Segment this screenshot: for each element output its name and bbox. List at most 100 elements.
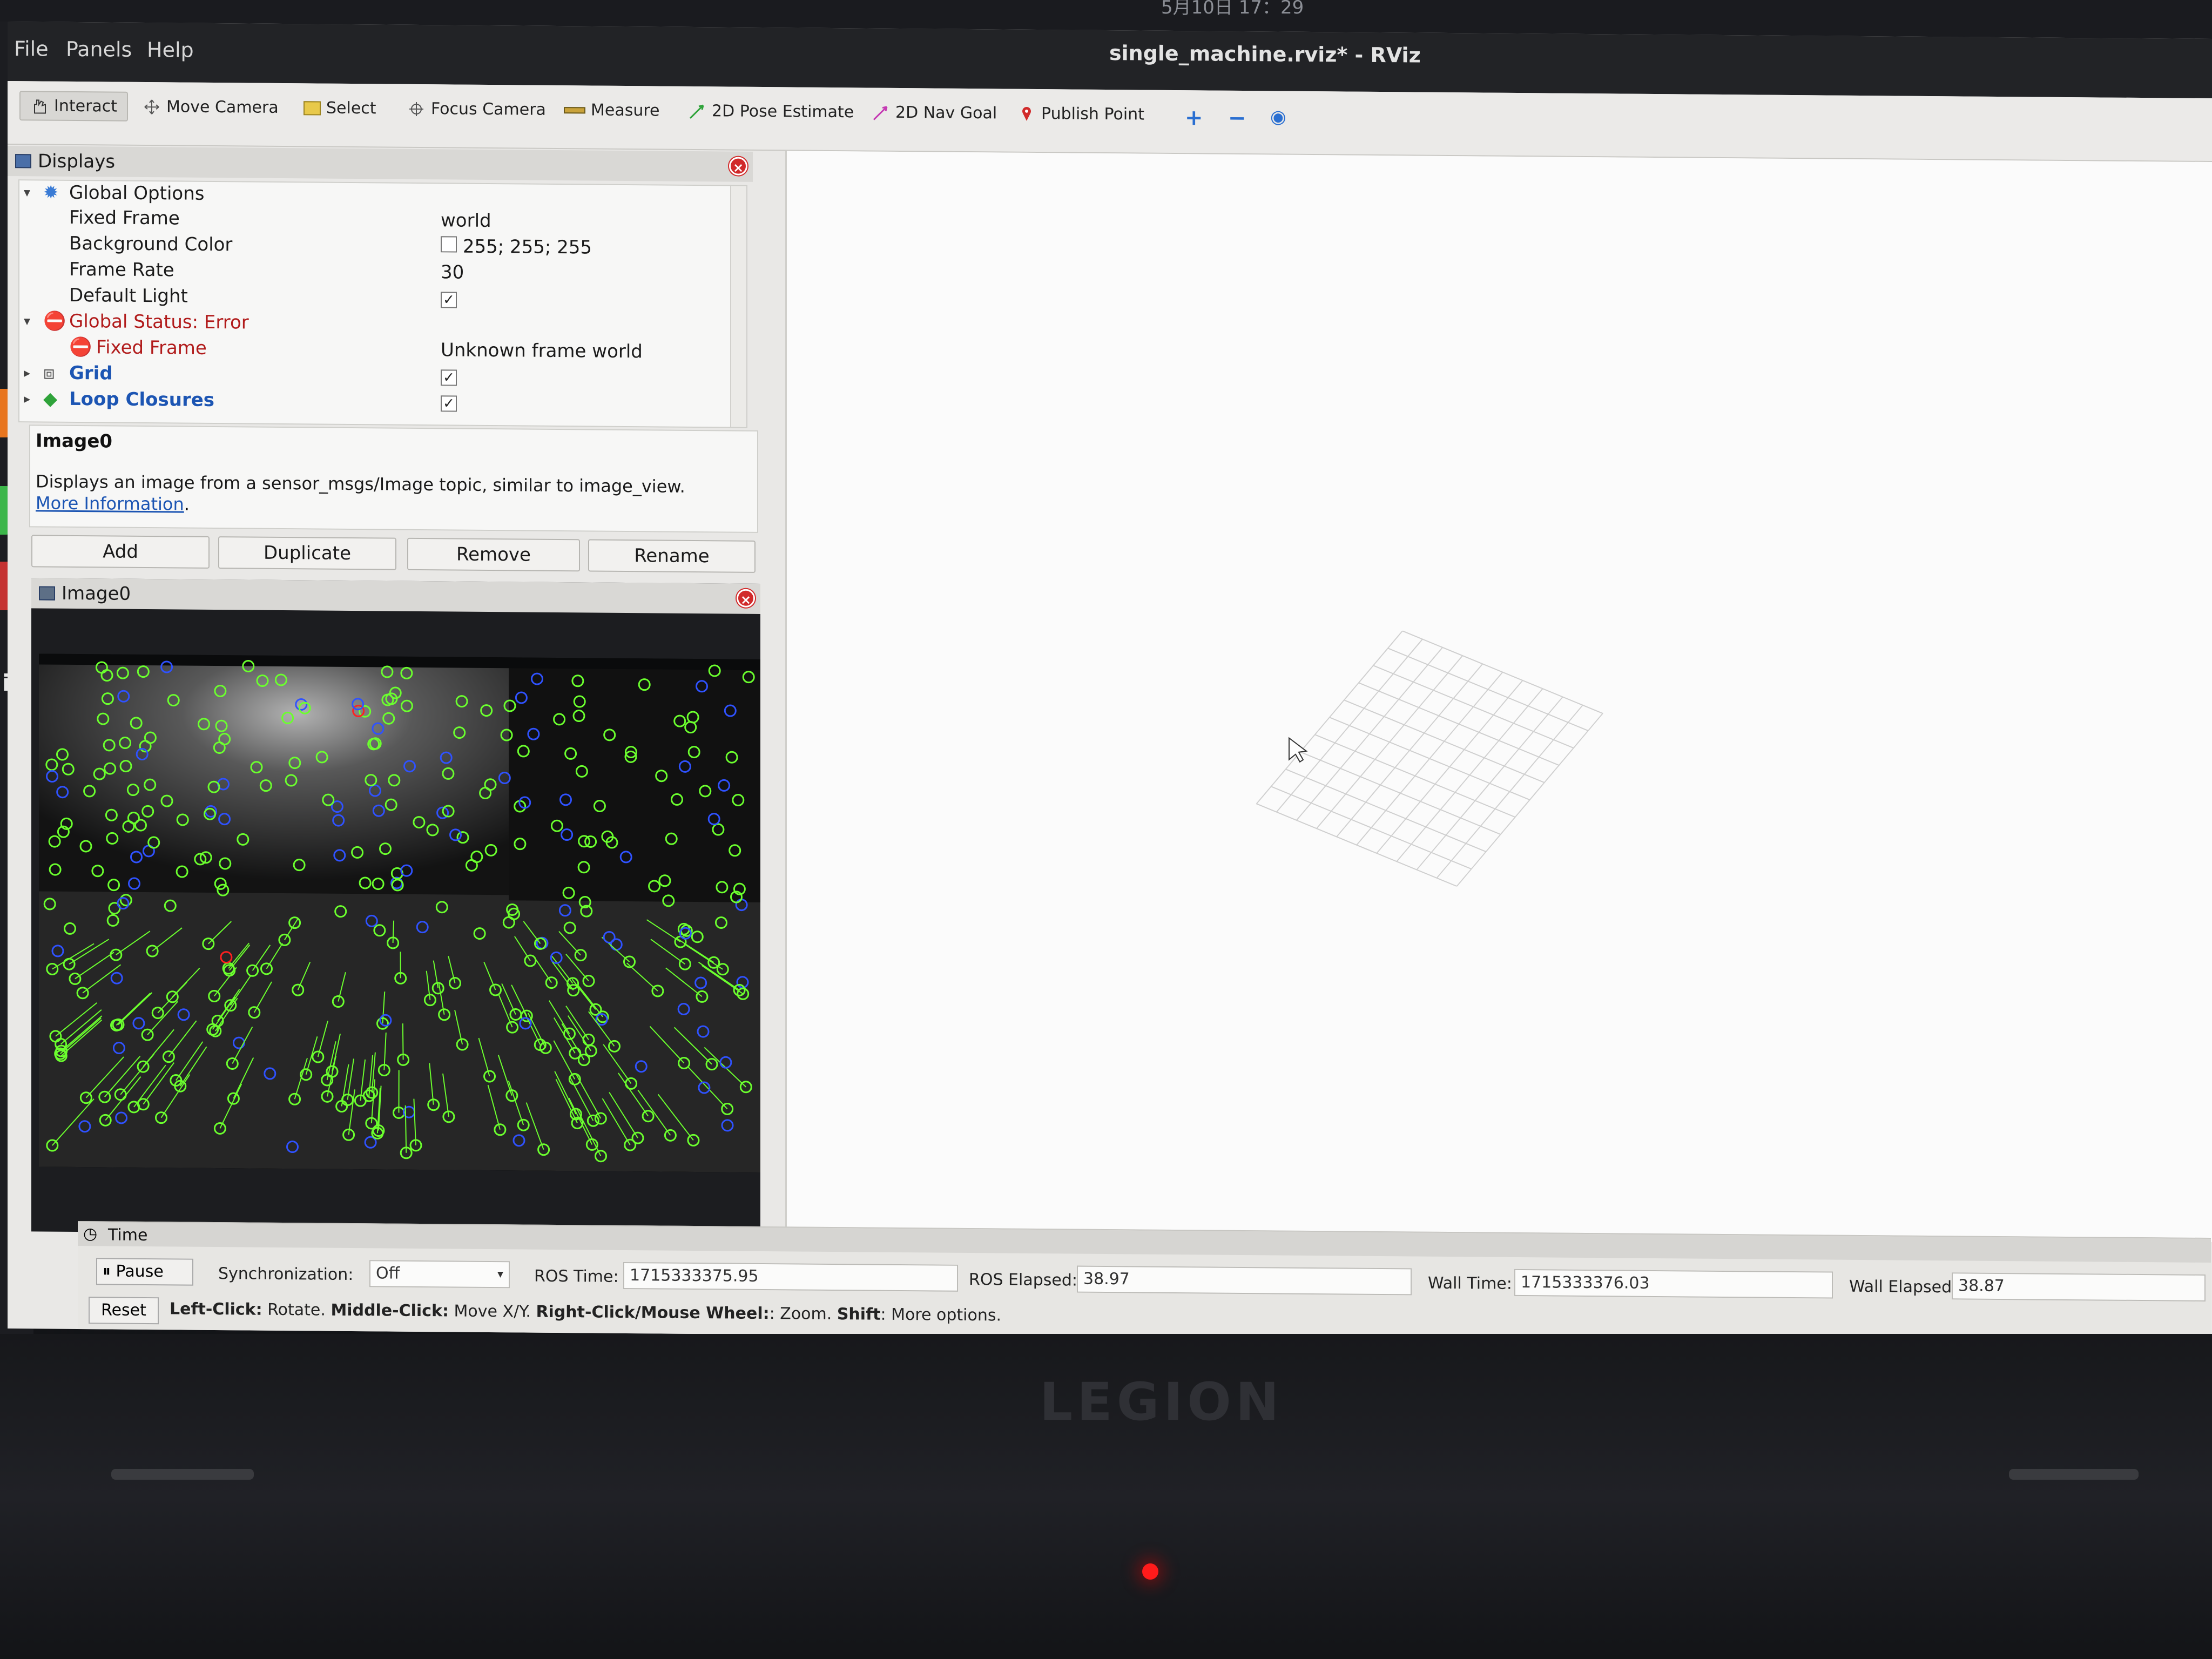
measure-tool-button[interactable]: Measure [564, 100, 660, 120]
window-title: single_machine.rviz* - RViz [1109, 41, 1421, 68]
image-icon [39, 586, 55, 601]
grid-line [1436, 705, 1583, 879]
expand-arrow-icon[interactable]: ▾ [24, 185, 30, 200]
hint-right-click: : Zoom. [769, 1304, 837, 1324]
frame-rate-value[interactable]: 30 [441, 261, 464, 283]
hint-middle-click-key: Middle-Click: [331, 1300, 449, 1321]
move-camera-tool-button[interactable]: Move Camera [143, 97, 279, 117]
hint-left-click: Rotate. [262, 1300, 331, 1320]
tree-row-fixed-frame-error[interactable]: ⛔ Fixed Frame Unknown frame world [19, 336, 721, 366]
move-camera-label: Move Camera [166, 97, 279, 117]
nav-goal-tool-button[interactable]: 2D Nav Goal [872, 103, 997, 123]
menu-help[interactable]: Help [147, 38, 194, 62]
wall-time-field[interactable]: 1715333376.03 [1514, 1269, 1833, 1299]
pause-icon: ⏸ [103, 1262, 111, 1281]
tree-row-grid[interactable]: ▸ ⧈ Grid ✓ [19, 362, 721, 392]
grid-line [1256, 803, 1458, 887]
rename-display-button[interactable]: Rename [588, 539, 756, 573]
synchronization-label: Synchronization: [218, 1264, 354, 1285]
color-swatch [441, 236, 457, 253]
legion-logo: LEGION [1040, 1372, 1284, 1432]
tool-properties-icon[interactable]: ◉ [1270, 106, 1286, 127]
remove-display-button[interactable]: Remove [407, 537, 580, 572]
collapse-arrow-icon[interactable]: ▸ [24, 365, 30, 380]
hint-right-click-key: Right-Click/Mouse Wheel: [536, 1302, 770, 1324]
expand-arrow-icon[interactable]: ▾ [24, 313, 30, 328]
hint-shift: : More options. [880, 1305, 1002, 1325]
frame-rate-label: Frame Rate [69, 258, 174, 281]
grid-line [1285, 768, 1487, 852]
tree-scrollbar[interactable] [730, 186, 746, 427]
grid-line [1300, 751, 1501, 835]
wall-time-label: Wall Time: [1428, 1273, 1512, 1293]
synchronization-select[interactable]: Off ▾ [369, 1260, 510, 1289]
add-display-button[interactable]: Add [31, 535, 210, 569]
default-light-checkbox[interactable]: ✓ [441, 287, 457, 309]
duplicate-display-button[interactable]: Duplicate [218, 536, 396, 570]
tree-row-default-light[interactable]: Default Light ✓ [19, 284, 721, 314]
image0-panel-title: Image0 × [31, 578, 760, 614]
clock-icon: ◷ [83, 1224, 98, 1244]
image0-panel: Image0 × [31, 578, 760, 1237]
rviz-window: File Panels Help single_machine.rviz* - … [8, 22, 2212, 1346]
menu-file[interactable]: File [14, 37, 49, 60]
tree-row-fixed-frame[interactable]: Fixed Frame world [19, 206, 721, 237]
publish-point-tool-button[interactable]: Publish Point [1017, 104, 1144, 124]
tree-row-loop-closures[interactable]: ▸ ◆ Loop Closures ✓ [19, 388, 721, 418]
select-tool-button[interactable]: Select [304, 98, 376, 118]
more-information-link[interactable]: More Information [36, 493, 184, 514]
description-link-line: More Information. [36, 493, 190, 514]
measure-label: Measure [591, 100, 660, 120]
select-label: Select [326, 98, 376, 118]
reset-button[interactable]: Reset [89, 1297, 159, 1325]
pose-estimate-label: 2D Pose Estimate [712, 102, 854, 122]
grid-line [1456, 713, 1603, 887]
magenta-arrow-icon [873, 105, 888, 120]
grid-line [1314, 734, 1516, 818]
tree-row-frame-rate[interactable]: Frame Rate 30 [19, 258, 721, 288]
collapse-arrow-icon[interactable]: ▸ [24, 391, 30, 406]
select-box-icon [304, 100, 321, 116]
system-top-bar: 5月10日 17：29 [0, 0, 2212, 18]
loop-closures-label: Loop Closures [69, 388, 215, 412]
checkmark-icon: ✓ [441, 292, 457, 308]
tree-row-background-color[interactable]: Background Color 255; 255; 255 [19, 232, 721, 262]
global-options-label: Global Options [69, 181, 205, 205]
pose-estimate-tool-button[interactable]: 2D Pose Estimate [688, 102, 854, 122]
checkmark-icon: ✓ [441, 369, 457, 386]
system-clock: 5月10日 17：29 [1161, 0, 1304, 18]
power-led [1142, 1563, 1158, 1580]
remove-tool-minus-icon[interactable]: − [1228, 106, 1246, 131]
loop-closures-checkbox[interactable]: ✓ [441, 391, 457, 413]
ros-elapsed-label: ROS Elapsed: [969, 1270, 1077, 1290]
pause-button[interactable]: ⏸ Pause [96, 1258, 193, 1286]
ros-elapsed-field[interactable]: 38.97 [1077, 1265, 1412, 1296]
ros-time-field[interactable]: 1715333375.95 [623, 1262, 958, 1292]
displays-title: Displays [38, 150, 116, 173]
hand-icon [34, 99, 46, 114]
fixed-frame-error-label: Fixed Frame [96, 336, 207, 359]
add-tool-plus-icon[interactable]: + [1185, 105, 1203, 130]
camera-feature-image [39, 653, 760, 1172]
close-image0-icon[interactable]: × [737, 589, 755, 608]
hint-shift-key: Shift [837, 1305, 881, 1324]
background-color-value[interactable]: 255; 255; 255 [441, 235, 592, 258]
fixed-frame-value[interactable]: world [441, 210, 491, 232]
feature-tracking-overlay [39, 653, 760, 1172]
focus-camera-tool-button[interactable]: Focus Camera [407, 99, 546, 119]
interact-tool-button[interactable]: Interact [19, 91, 129, 122]
close-displays-icon[interactable]: × [729, 157, 747, 176]
wall-elapsed-field[interactable]: 38.87 [1952, 1272, 2206, 1301]
grid-checkbox[interactable]: ✓ [441, 365, 457, 387]
3d-render-view[interactable] [785, 151, 2212, 1243]
tree-row-global-status[interactable]: ▾ ⛔ Global Status: Error [19, 310, 721, 340]
link-suffix: . [184, 494, 190, 515]
grid-line [1329, 717, 1530, 800]
map-pin-icon [1022, 106, 1031, 121]
render-grid-overlay [1256, 630, 1603, 887]
image0-title: Image0 [62, 582, 131, 605]
menu-panels[interactable]: Panels [66, 37, 132, 62]
global-status-label: Global Status: Error [69, 310, 249, 334]
grid-label: Grid [69, 362, 113, 385]
grid-line [1271, 786, 1472, 869]
